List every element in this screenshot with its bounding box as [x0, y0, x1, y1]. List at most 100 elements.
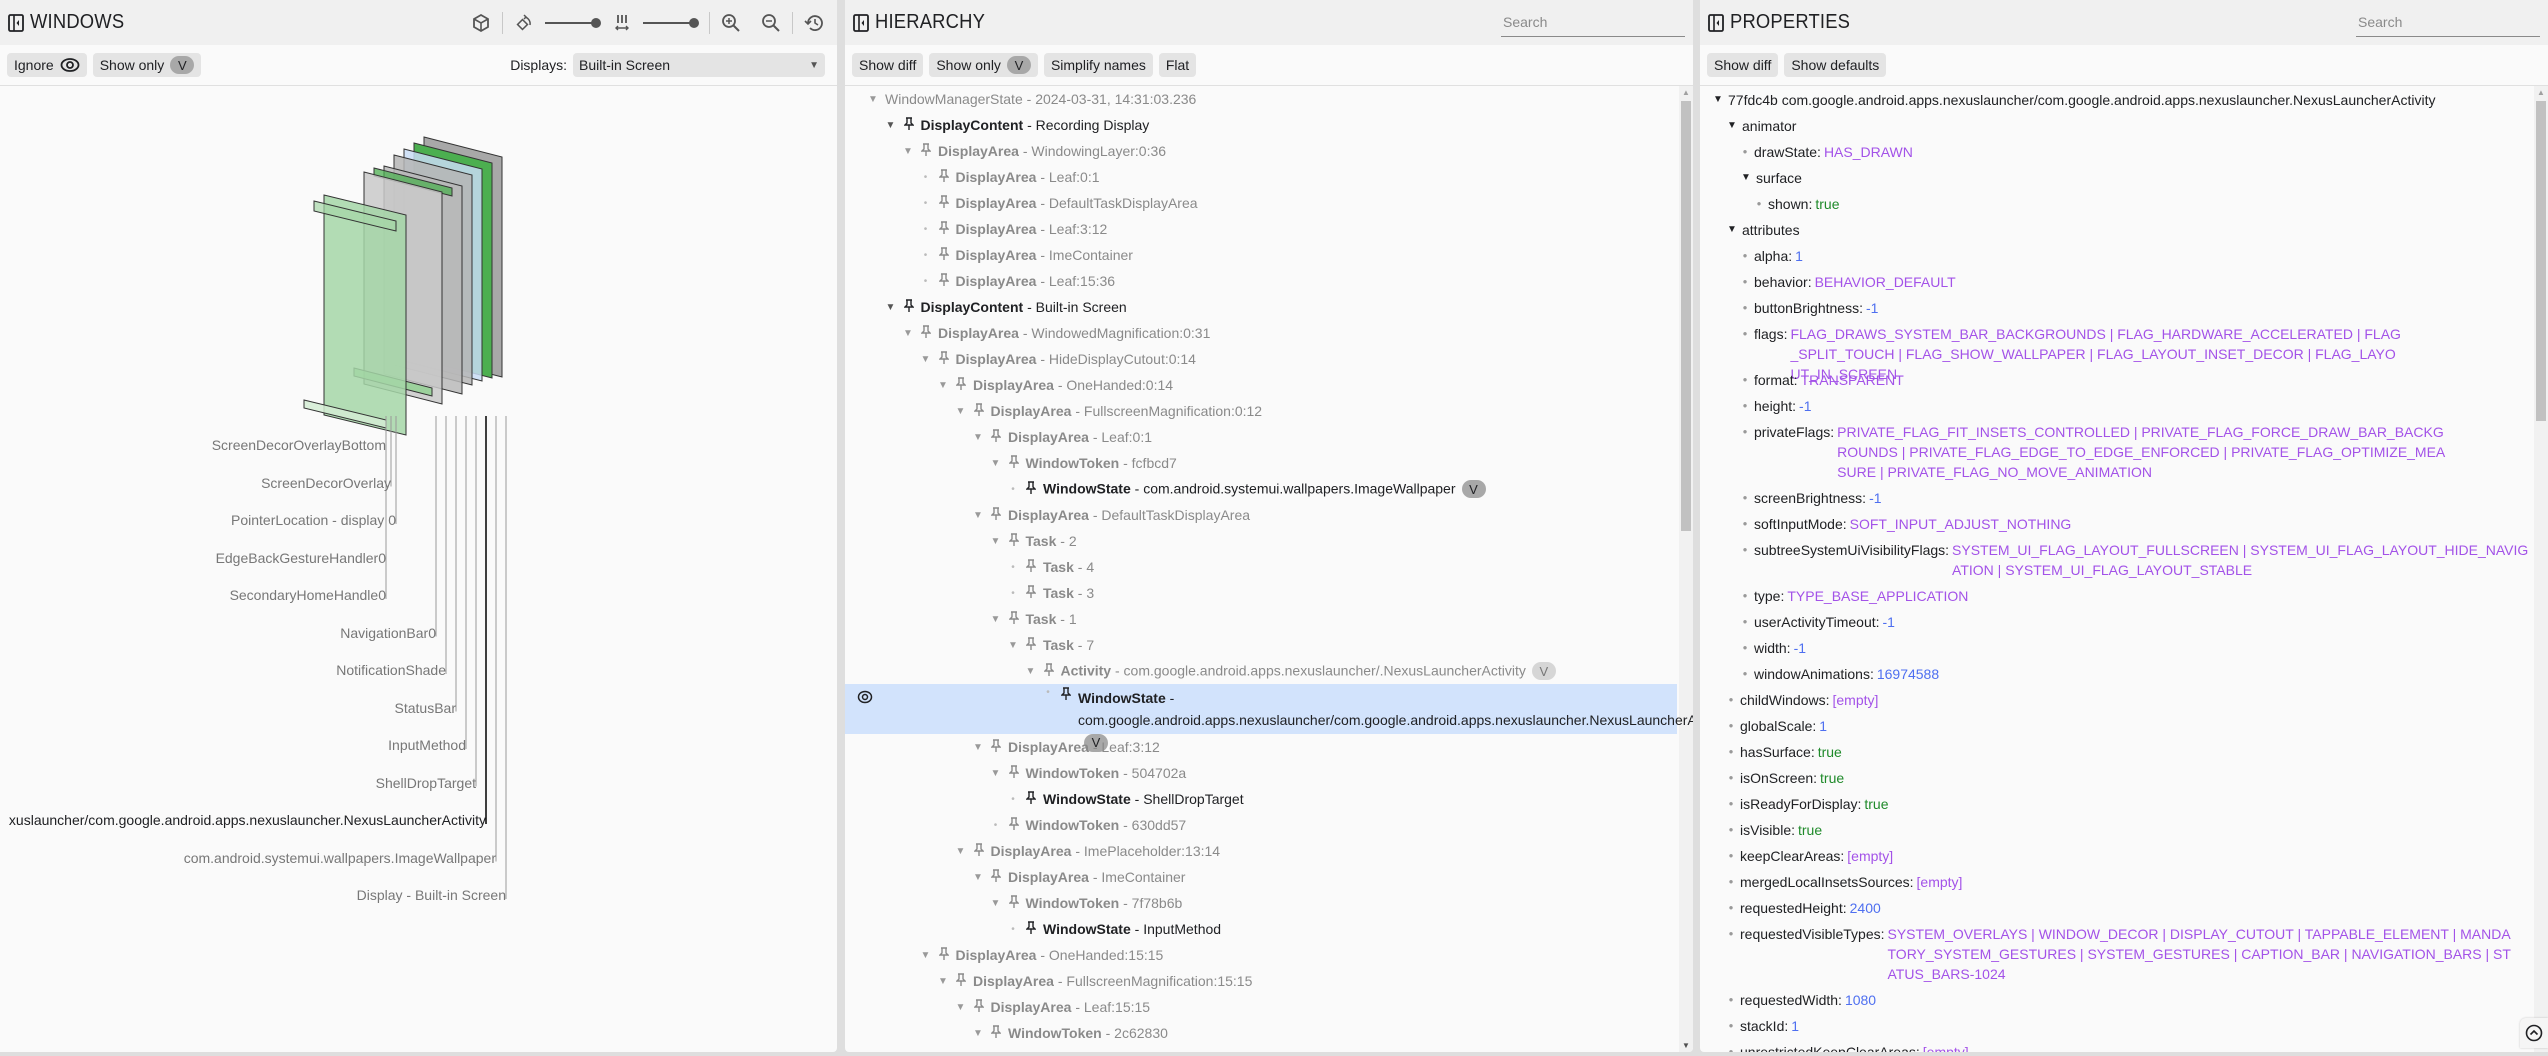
tree-node[interactable]: ▼ DisplayContent - Built-in Screen [845, 294, 1677, 320]
hierarchy-scrollbar[interactable]: ▲ ▼ [1679, 86, 1693, 1052]
pin-icon[interactable] [1023, 636, 1039, 654]
tree-node[interactable]: ▼ WindowToken - 504702a [845, 760, 1677, 786]
expand-caret-icon[interactable]: ▼ [972, 742, 984, 753]
tree-node[interactable]: • WindowState - InputMethod [845, 916, 1677, 942]
expand-caret-icon[interactable]: ▼ [1740, 168, 1752, 188]
tree-node[interactable]: • DisplayArea - Leaf:15:36 [845, 268, 1677, 294]
tree-node[interactable]: ▼ DisplayArea - ImePlaceholder:13:14 [845, 838, 1677, 864]
pin-icon[interactable] [936, 220, 952, 238]
tree-node[interactable]: ▼ WindowToken - fcfbcd7 [845, 450, 1677, 476]
tree-node[interactable]: ▼ DisplayArea - Leaf:15:15 [845, 994, 1677, 1020]
window-label[interactable]: InputMethod [388, 737, 466, 753]
pin-icon[interactable] [988, 868, 1004, 886]
pin-icon[interactable] [936, 350, 952, 368]
tree-node[interactable]: ▼ DisplayArea - WindowingLayer:0:36 [845, 138, 1677, 164]
scrollbar-thumb[interactable] [1681, 101, 1691, 531]
pin-icon[interactable] [1006, 816, 1022, 834]
collapse-panel-icon[interactable] [1708, 13, 1724, 32]
pin-icon[interactable] [971, 402, 987, 420]
expand-caret-icon[interactable]: ▼ [990, 768, 1002, 779]
pin-icon[interactable] [988, 428, 1004, 446]
pin-icon[interactable] [918, 324, 934, 342]
pin-icon[interactable] [936, 946, 952, 964]
pin-icon[interactable] [1023, 584, 1039, 602]
tree-node[interactable]: • WindowState - com.google.android.apps.n… [845, 684, 1693, 752]
pin-icon[interactable] [971, 842, 987, 860]
expand-caret-icon[interactable]: ▼ [972, 1028, 984, 1039]
show-only-button[interactable]: Show only V [929, 53, 1038, 77]
property-group[interactable]: ▼ surface [1700, 168, 2532, 188]
pin-icon[interactable] [918, 142, 934, 160]
expand-caret-icon[interactable]: ▼ [1712, 90, 1724, 110]
properties-search-input[interactable] [2356, 8, 2540, 37]
windows-3d-canvas[interactable]: ScreenDecorOverlayBottom ScreenDecorOverl… [0, 86, 837, 1052]
window-label[interactable]: NavigationBar0 [340, 625, 436, 641]
flat-button[interactable]: Flat [1158, 53, 1197, 77]
collapse-panel-icon[interactable] [853, 13, 869, 32]
scroll-down-icon[interactable]: ▼ [1679, 1041, 1693, 1050]
tree-node[interactable]: ▼ WindowToken - 2c62830 [845, 1020, 1677, 1046]
expand-caret-icon[interactable]: ▼ [867, 94, 879, 105]
expand-caret-icon[interactable]: ▼ [955, 406, 967, 417]
expand-caret-icon[interactable]: ▼ [1025, 666, 1037, 677]
pin-icon[interactable] [936, 246, 952, 264]
show-defaults-button[interactable]: Show defaults [1784, 53, 1887, 77]
pin-icon[interactable] [953, 376, 969, 394]
tree-node[interactable]: • WindowToken - 630dd57 [845, 812, 1677, 838]
zoom-in-icon[interactable] [720, 12, 742, 34]
pin-icon[interactable] [1041, 662, 1057, 680]
scroll-up-icon[interactable]: ▲ [2534, 88, 2548, 97]
window-label[interactable]: xuslauncher/com.google.android.apps.nexu… [9, 812, 486, 828]
pin-icon[interactable] [1006, 610, 1022, 628]
tree-node[interactable]: ▼ DisplayArea - OneHanded:15:15 [845, 942, 1677, 968]
pin-icon[interactable] [901, 298, 917, 316]
tree-node[interactable]: ▼ DisplayArea - FullscreenMagnification:1… [845, 968, 1677, 994]
tree-node[interactable]: • WindowState - com.android.systemui.wall… [845, 476, 1677, 502]
tree-node[interactable]: ▼ DisplayContent - Recording Display [845, 112, 1677, 138]
window-label[interactable]: ScreenDecorOverlay [261, 475, 391, 491]
pin-icon[interactable] [988, 1024, 1004, 1042]
collapse-panel-icon[interactable] [8, 13, 24, 32]
expand-caret-icon[interactable]: ▼ [1007, 640, 1019, 651]
zoom-out-icon[interactable] [760, 12, 782, 34]
pin-icon[interactable] [971, 998, 987, 1016]
tree-node[interactable]: ▼ DisplayArea - Leaf:0:1 [845, 424, 1677, 450]
property-group[interactable]: ▼ 77fdc4b com.google.android.apps.nexusla… [1700, 90, 2532, 110]
window-label[interactable]: ScreenDecorOverlayBottom [212, 437, 386, 453]
pin-icon[interactable] [936, 194, 952, 212]
rotation-slider[interactable] [545, 17, 601, 29]
expand-caret-icon[interactable]: ▼ [990, 458, 1002, 469]
tree-node[interactable]: ▼ Task - 7 [845, 632, 1677, 658]
properties-scrollbar[interactable]: ▲ [2534, 86, 2548, 1052]
reset-history-icon[interactable] [803, 12, 825, 34]
property-group[interactable]: ▼ attributes [1700, 220, 2532, 240]
hierarchy-search-input[interactable] [1501, 8, 1685, 37]
secondary-home-plane[interactable] [323, 194, 407, 436]
tree-node[interactable]: ▼ WindowToken - 7f78b6b [845, 890, 1677, 916]
expand-caret-icon[interactable]: ▼ [990, 536, 1002, 547]
pin-icon[interactable] [1023, 920, 1039, 938]
window-label[interactable]: EdgeBackGestureHandler0 [216, 550, 386, 566]
displays-select[interactable]: Built-in Screen ▼ [573, 53, 825, 77]
tree-node[interactable]: ▼ DisplayArea - FullscreenMagnification:0… [845, 398, 1677, 424]
show-diff-button[interactable]: Show diff [1707, 53, 1779, 77]
expand-caret-icon[interactable]: ▼ [937, 976, 949, 987]
expand-caret-icon[interactable]: ▼ [1726, 116, 1738, 136]
tree-node[interactable]: • DisplayArea - ImeContainer [845, 242, 1677, 268]
expand-caret-icon[interactable]: ▼ [885, 302, 897, 313]
expand-caret-icon[interactable]: ▼ [972, 872, 984, 883]
pin-icon[interactable] [901, 116, 917, 134]
spacing-slider[interactable] [643, 17, 699, 29]
window-label[interactable]: StatusBar [395, 700, 456, 716]
pin-icon[interactable] [988, 738, 1004, 756]
tree-node[interactable]: ▼ DisplayArea - HideDisplayCutout:0:14 [845, 346, 1677, 372]
tree-node[interactable]: • WindowState - ShellDropTarget [845, 786, 1677, 812]
window-label[interactable]: NotificationShade [336, 662, 446, 678]
tree-node[interactable]: ▼ DisplayArea - OneHanded:0:14 [845, 372, 1677, 398]
window-label[interactable]: com.android.systemui.wallpapers.ImageWal… [184, 850, 496, 866]
tree-node[interactable]: • Task - 4 [845, 554, 1677, 580]
property-group[interactable]: ▼ animator [1700, 116, 2532, 136]
pin-icon[interactable] [953, 972, 969, 990]
expand-caret-icon[interactable]: ▼ [955, 846, 967, 857]
tree-node[interactable]: ▼ DisplayArea - DefaultTaskDisplayArea [845, 502, 1677, 528]
